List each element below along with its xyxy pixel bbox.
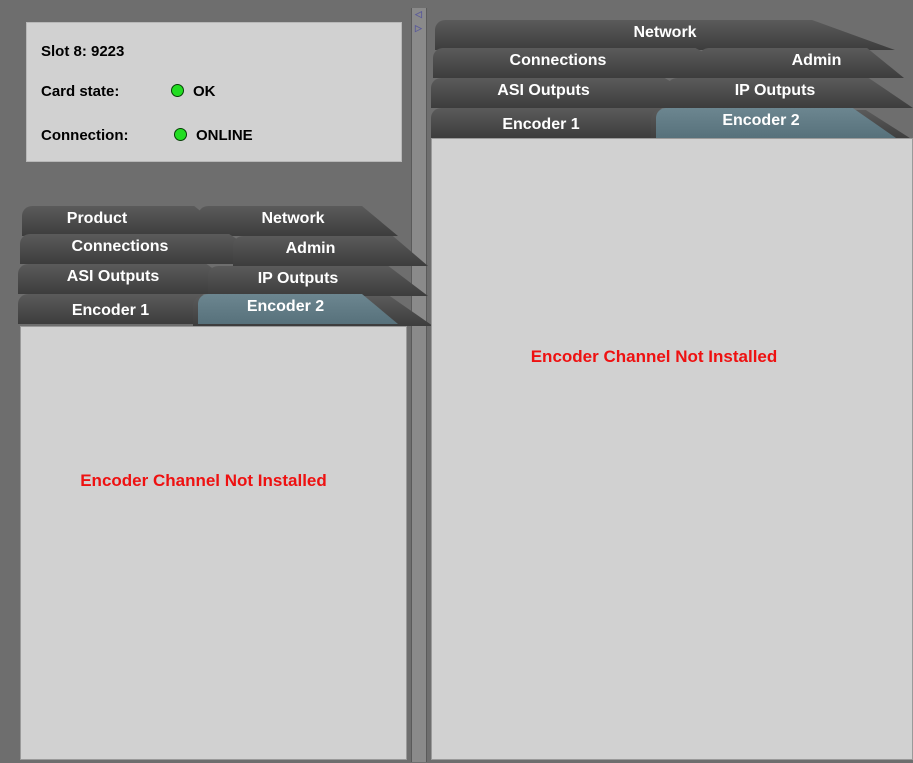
tab-network-label: Network <box>261 210 325 227</box>
card-state-value: OK <box>193 83 216 100</box>
tab-ip-outputs-label: IP Outputs <box>257 270 339 287</box>
tab-product-label: Product <box>66 210 128 227</box>
connection-led-icon <box>174 128 187 141</box>
tab-connections-label: Connections <box>71 238 169 255</box>
tab-asi-outputs-label: ASI Outputs <box>497 82 590 99</box>
tab-network[interactable]: Network <box>435 20 895 50</box>
tab-encoder1-label: Encoder 1 <box>71 302 150 319</box>
tab-ip-outputs[interactable]: IP Outputs <box>208 266 428 296</box>
tab-encoder1-label: Encoder 1 <box>502 116 580 133</box>
tab-ip-outputs-label: IP Outputs <box>734 82 816 99</box>
left-content-area: Encoder Channel Not Installed <box>20 326 407 760</box>
connection-row: Connection: ONLINE <box>41 127 253 144</box>
slot-label: Slot 8: 9223 <box>41 43 125 60</box>
tab-network[interactable]: Network <box>198 206 398 236</box>
collapse-left-icon[interactable]: ◁ <box>415 10 422 19</box>
right-content-area: Encoder Channel Not Installed <box>431 138 913 760</box>
tab-admin-label: Admin <box>791 52 842 69</box>
left-not-installed-message: Encoder Channel Not Installed <box>80 471 327 490</box>
card-state-row: Card state: OK <box>41 83 216 100</box>
tab-connections-label: Connections <box>509 52 607 69</box>
card-state-label: Card state: <box>41 83 120 100</box>
tab-network-label: Network <box>633 24 697 41</box>
right-tab-panel: Network Connections Admin ASI Outputs IP… <box>431 18 913 760</box>
app-frame: Slot 8: 9223 Card state: OK Connection: … <box>0 0 913 763</box>
collapse-right-icon[interactable]: ▷ <box>415 24 422 33</box>
tab-asi-outputs-label: ASI Outputs <box>66 268 160 285</box>
left-tab-panel: Product Network Connections Admin ASI Ou… <box>18 204 433 760</box>
split-divider[interactable]: ◁ ▷ <box>411 8 427 762</box>
tab-encoder2-label: Encoder 2 <box>722 112 800 129</box>
tab-encoder2-label: Encoder 2 <box>246 298 325 315</box>
connection-label: Connection: <box>41 127 129 144</box>
tab-admin-label: Admin <box>285 240 336 257</box>
tab-ip-outputs[interactable]: IP Outputs <box>667 78 913 108</box>
card-state-led-icon <box>171 84 184 97</box>
card-status-box: Slot 8: 9223 Card state: OK Connection: … <box>26 22 402 162</box>
tab-admin[interactable]: Admin <box>233 236 428 266</box>
connection-value: ONLINE <box>196 127 253 144</box>
tab-admin[interactable]: Admin <box>699 48 904 78</box>
right-not-installed-message: Encoder Channel Not Installed <box>530 347 778 366</box>
